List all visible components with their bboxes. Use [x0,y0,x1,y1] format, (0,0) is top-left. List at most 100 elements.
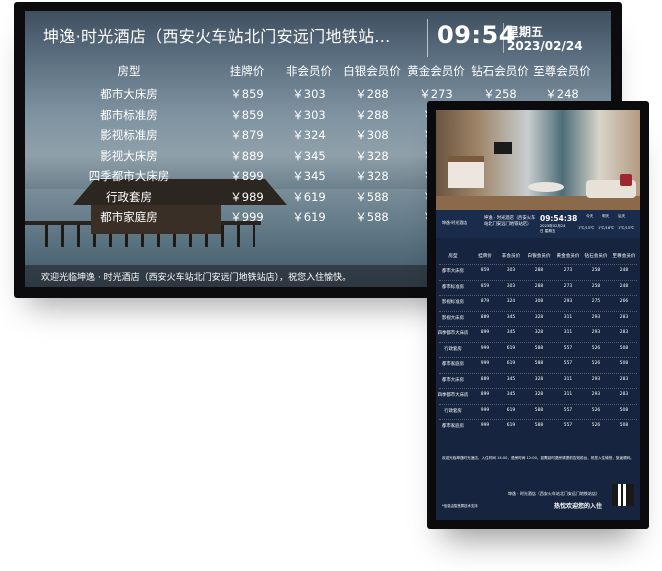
price-cell: ￥303 [292,107,326,122]
price-cell: 526 [591,345,601,351]
price-cell: 889 [480,314,490,320]
price-cell: ￥303 [292,87,326,101]
room-type-cell: 行政套房 [444,408,462,414]
price-cell: ￥273 [419,87,453,101]
price-cell: 508 [619,407,629,413]
qr-code-icon[interactable] [612,484,634,506]
price-cell: ￥889 [230,148,264,163]
room-type-cell: 影视大床房 [442,315,464,321]
clock-time: 09:54 [437,21,516,49]
price-cell: ￥999 [230,210,264,224]
price-cell: ￥328 [355,148,389,163]
price-cell: 557 [563,361,573,366]
clock-divider [503,23,504,53]
price-cell: 293 [591,392,601,397]
column-header: 黄金会员价 [556,254,580,259]
room-type-cell: 都市大床房 [442,377,464,383]
kiosk-table-row: 影视大床房 889 345 328 311 293 283 [439,310,637,325]
weather-label: 今天 [586,214,594,218]
room-bed [448,156,484,188]
column-header: 钻石会员价 [584,254,608,259]
price-cell: 324 [506,299,516,304]
price-cell: 345 [506,314,516,320]
kiosk-table-row: 四季都市大床房 899 345 328 311 293 283 [437,326,637,340]
price-cell: ￥588 [355,189,389,204]
price-cell: 328 [534,376,544,382]
clock-weekday: 星期五 [507,25,544,39]
price-cell: 345 [506,376,516,382]
price-cell: 999 [480,407,490,413]
price-cell: 859 [480,268,490,273]
price-cell: 248 [619,268,629,273]
room-photo [436,110,640,210]
price-cell: 345 [506,392,516,397]
price-cell: 328 [534,314,544,320]
room-type-cell: 影视标准房 [100,128,158,142]
price-cell: 311 [563,330,573,335]
price-cell: 526 [591,361,601,366]
kiosk-header: 坤逸·时光酒店 坤逸 · 时光酒店（西安火车站北门安远门地铁站店） 09:54:… [436,210,640,238]
weather-label: 明天 [602,214,610,218]
column-header: 房型 [117,64,141,78]
price-cell: 999 [480,345,490,351]
price-cell: 899 [480,392,490,397]
portrait-display: 坤逸·时光酒店 坤逸 · 时光酒店（西安火车站北门安远门地铁站店） 09:54:… [427,101,649,529]
price-cell: 879 [480,299,490,304]
price-cell: 266 [619,299,629,304]
price-cell: 508 [619,345,629,351]
room-type-cell: 都市家庭房 [442,362,464,367]
price-cell: 588 [534,361,544,366]
room-pillow [620,174,632,186]
price-cell: 859 [480,283,490,289]
price-cell: 526 [591,407,601,413]
kiosk-clock-date: 2023年02月24日 星期五 [540,224,566,233]
kiosk-table-row: 行政套房 999 619 588 557 526 508 [439,341,637,356]
price-cell: 283 [619,392,629,397]
room-table [528,182,564,192]
price-cell: 619 [506,361,516,366]
price-cell: ￥345 [292,169,326,183]
price-cell: 328 [534,330,544,335]
price-cell: 273 [563,283,573,289]
price-cell: 308 [534,299,544,304]
price-cell: 526 [591,423,601,428]
price-cell: 311 [563,392,573,397]
price-cell: 283 [619,314,629,320]
weather-temp: 1℃/15℃ [578,226,595,230]
price-cell: 588 [534,345,544,351]
price-cell: 258 [591,283,601,289]
price-cell: 283 [619,376,629,382]
kiosk-brand: *信息由智慧屏技术支持 [442,504,478,508]
room-type-cell: 行政套房 [444,346,462,352]
price-cell: 288 [534,283,544,289]
title-divider [427,19,428,57]
kiosk-table-row: 都市标准房 859 303 288 273 258 248 [439,279,637,294]
kiosk-clock-time: 09:54:38 [540,214,578,223]
price-cell: 557 [563,345,573,351]
room-type-cell: 影视标准房 [442,300,464,305]
price-cell: ￥288 [355,87,389,101]
kiosk-table-row: 都市家庭房 999 619 588 557 526 508 [439,419,637,433]
room-tv [494,142,512,154]
price-cell: 283 [619,330,629,335]
column-header: 挂牌价 [229,64,265,78]
price-cell: 557 [563,407,573,413]
kiosk-table-row: 都市大床房 889 345 328 311 293 283 [439,372,637,387]
price-cell: ￥619 [292,210,326,224]
kiosk-hotel-name: 坤逸 · 时光酒店（西安火车站北门安远门地铁站店） [484,216,536,227]
price-cell: ￥619 [292,189,326,204]
price-table-header: 房型 挂牌价 非会员价 白银会员价 黄金会员价 钻石会员价 至尊会员价 [25,63,611,81]
price-cell: ￥288 [355,107,389,122]
price-cell: 999 [480,361,490,366]
room-type-cell: 都市大床房 [100,87,158,101]
column-header: 黄金会员价 [407,64,465,78]
price-cell: 258 [591,268,601,273]
kiosk-table-row: 都市家庭房 999 619 588 557 526 508 [439,357,637,371]
hotel-logo: 坤逸·时光酒店 [442,220,468,225]
price-cell: ￥328 [355,169,389,183]
price-cell: 303 [506,283,516,289]
column-header: 房型 [448,254,458,259]
room-type-cell: 影视大床房 [100,148,158,163]
price-cell: 303 [506,268,516,273]
room-type-cell: 四季都市大床房 [437,331,469,336]
